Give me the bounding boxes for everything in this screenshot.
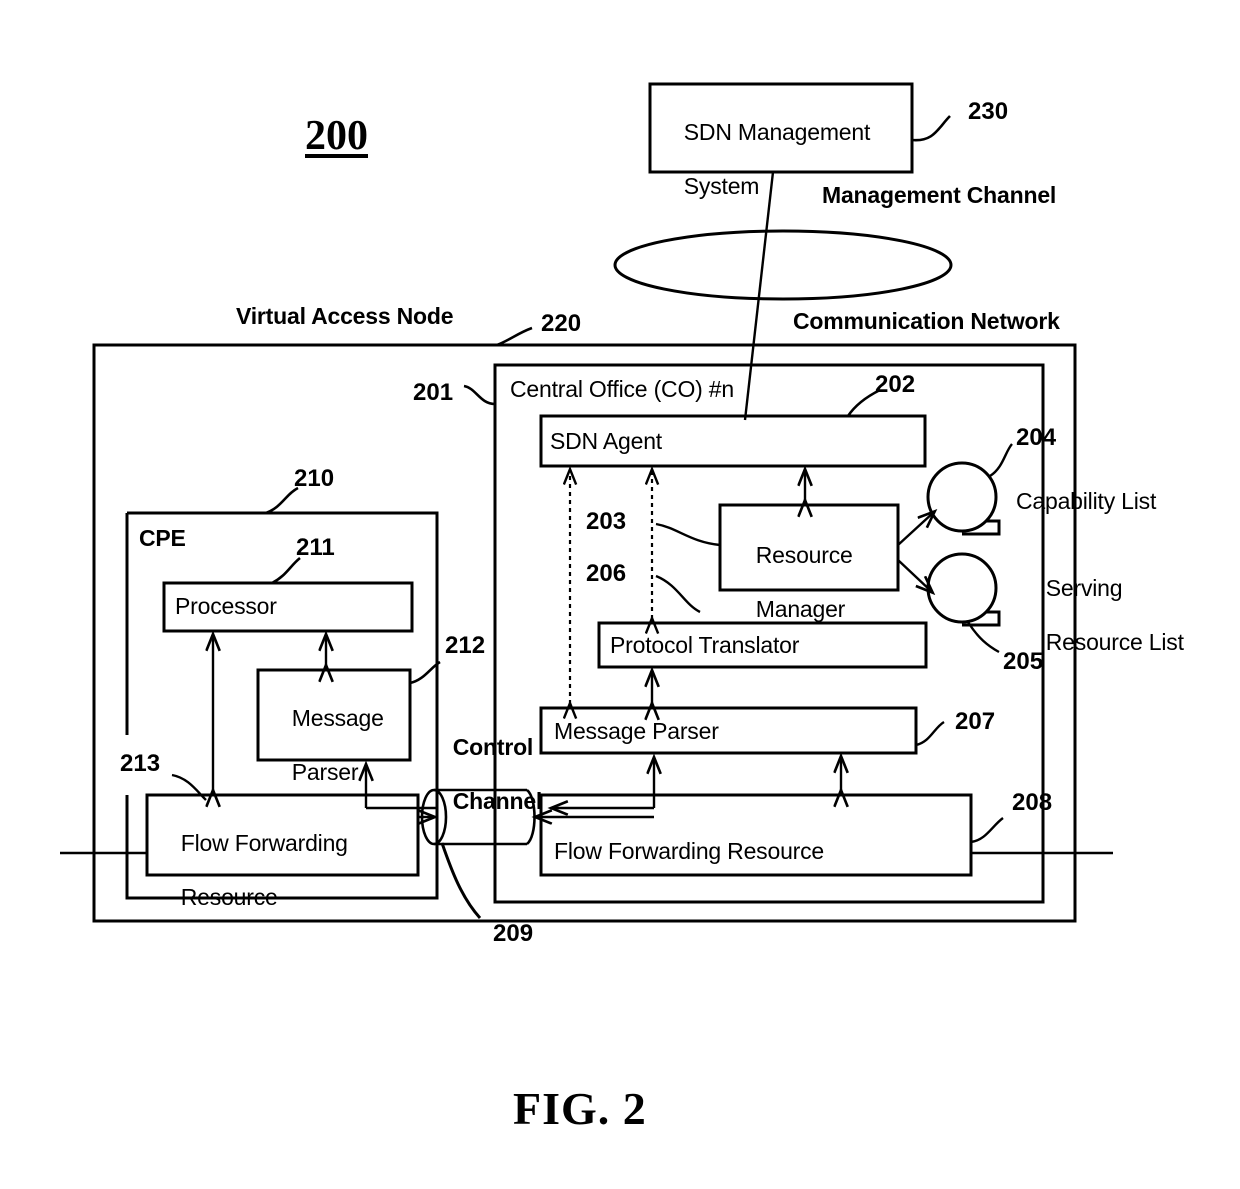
resource-manager-line1: Resource [755, 542, 853, 569]
sdn-management-system-line2: System [683, 173, 760, 200]
communication-network-label: Communication Network [793, 308, 1060, 334]
serving-resource-list-label: Serving Resource List [1021, 548, 1211, 684]
leader-203 [655, 522, 721, 547]
leader-209 [440, 842, 482, 920]
resource-manager-line2: Manager [755, 596, 846, 623]
control-channel-line2: Channel [452, 788, 543, 815]
ref-204: 204 [1016, 424, 1057, 451]
ref-209: 209 [493, 920, 534, 947]
leader-204 [989, 443, 1013, 478]
leader-230 [911, 115, 951, 142]
control-channel-label: Control Channel [428, 707, 543, 843]
ref-212: 212 [445, 632, 486, 659]
protocol-translator-label: Protocol Translator [610, 632, 800, 658]
ref-230: 230 [968, 98, 1009, 125]
ref-202: 202 [875, 371, 916, 398]
ref-211: 211 [296, 534, 335, 561]
arrow-resource-manager-to-capability-list [897, 512, 934, 546]
sdn-agent-label: SDN Agent [550, 428, 662, 454]
capability-list-label: Capability List [1016, 488, 1157, 514]
ref-205: 205 [1003, 648, 1044, 675]
leader-207 [915, 720, 945, 747]
leader-208 [970, 817, 1004, 844]
resource-manager-label: Resource Manager [731, 515, 896, 651]
cpe-flow-forwarding-resource-label: Flow Forwarding Resource [156, 803, 416, 939]
leader-220 [496, 326, 533, 347]
central-office-title: Central Office (CO) #n [510, 376, 734, 402]
cpe-flow-forwarding-line1: Flow Forwarding [180, 830, 348, 857]
processor-label: Processor [175, 593, 277, 619]
communication-network-cloud [613, 229, 953, 301]
sdn-management-system-line1: SDN Management [683, 119, 871, 146]
serving-resource-list-line2: Resource List [1045, 629, 1184, 656]
serving-resource-list-bubble [926, 552, 998, 624]
management-channel-label: Management Channel [822, 182, 1057, 208]
virtual-access-node-label: Virtual Access Node [236, 303, 454, 329]
cpe-label: CPE [139, 525, 186, 551]
cpe-flow-forwarding-line2: Resource [180, 884, 278, 911]
serving-resource-list-line1: Serving [1045, 575, 1123, 602]
ref-210: 210 [294, 465, 335, 492]
co-flow-forwarding-resource-label: Flow Forwarding Resource [554, 838, 825, 864]
ref-201: 201 [413, 379, 454, 406]
figure-canvas: 200 SDN Management System 230 Management… [0, 0, 1240, 1189]
ref-203: 203 [586, 508, 627, 535]
leader-201 [463, 384, 496, 406]
figure-id: 200 [305, 113, 368, 159]
ref-213: 213 [120, 750, 161, 777]
ref-206: 206 [586, 560, 627, 587]
control-channel-line1: Control [452, 734, 534, 761]
ref-220: 220 [541, 310, 582, 337]
cpe-message-parser-line2: Parser [291, 759, 359, 786]
arrow-resource-manager-to-serving-resource-list [897, 559, 932, 592]
ref-208: 208 [1012, 789, 1053, 816]
capability-list-bubble [926, 461, 998, 533]
co-message-parser-label: Message Parser [554, 718, 719, 744]
leader-206 [655, 574, 701, 614]
cpe-message-parser-line1: Message [291, 705, 384, 732]
figure-caption: FIG. 2 [513, 1083, 647, 1134]
ref-207: 207 [955, 708, 996, 735]
cpe-message-parser-label: Message Parser [267, 678, 407, 814]
